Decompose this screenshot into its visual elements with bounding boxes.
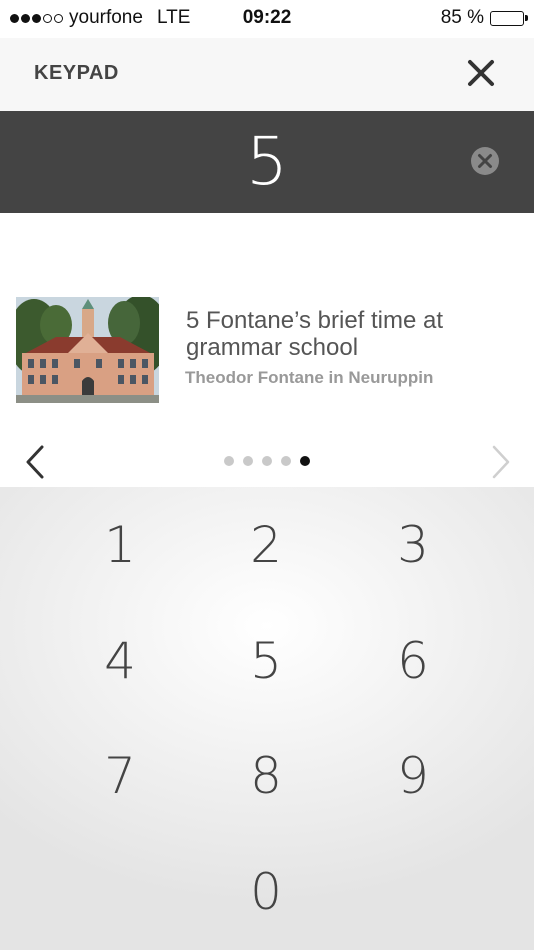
page-title: KEYPAD [34, 62, 119, 84]
pagination-dot[interactable] [243, 456, 253, 466]
key-2[interactable]: 2 [221, 505, 311, 585]
key-6[interactable]: 6 [368, 621, 458, 701]
status-right: 85 % [440, 7, 528, 29]
key-8[interactable]: 8 [221, 736, 311, 816]
pagination-dot[interactable] [262, 456, 272, 466]
school-building-image [16, 297, 159, 403]
pagination-dots [224, 456, 310, 466]
battery-icon [490, 10, 528, 26]
number-display: 5 [0, 111, 534, 213]
close-button[interactable] [466, 58, 496, 88]
app-header: KEYPAD [0, 38, 534, 111]
previous-button[interactable] [24, 444, 46, 480]
entered-number: 5 [246, 123, 288, 200]
close-icon [468, 60, 494, 86]
key-7[interactable]: 7 [75, 736, 165, 816]
pagination-dot[interactable] [281, 456, 291, 466]
search-result: 5 Fontane’s brief time at grammar school… [0, 213, 534, 487]
chevron-left-icon [26, 445, 44, 479]
result-subtitle: Theodor Fontane in Neuruppin [185, 368, 434, 387]
key-3[interactable]: 3 [368, 505, 458, 585]
battery-percentage: 85 % [440, 7, 484, 28]
result-thumbnail[interactable] [16, 297, 159, 403]
key-4[interactable]: 4 [75, 621, 165, 701]
pagination-dot[interactable] [300, 456, 310, 466]
clear-input-button[interactable] [470, 146, 500, 176]
numeric-keypad: 1 2 3 4 5 6 7 8 9 0 [0, 487, 534, 950]
key-9[interactable]: 9 [368, 736, 458, 816]
result-title[interactable]: 5 Fontane’s brief time at grammar school [186, 307, 506, 361]
status-bar: yourfone LTE 09:22 85 % [0, 0, 534, 38]
chevron-right-icon [492, 445, 510, 479]
next-button[interactable] [490, 444, 512, 480]
pagination-dot[interactable] [224, 456, 234, 466]
key-0[interactable]: 0 [221, 852, 311, 932]
key-5[interactable]: 5 [221, 621, 311, 701]
clear-circle-icon [471, 147, 499, 175]
key-1[interactable]: 1 [75, 505, 165, 585]
